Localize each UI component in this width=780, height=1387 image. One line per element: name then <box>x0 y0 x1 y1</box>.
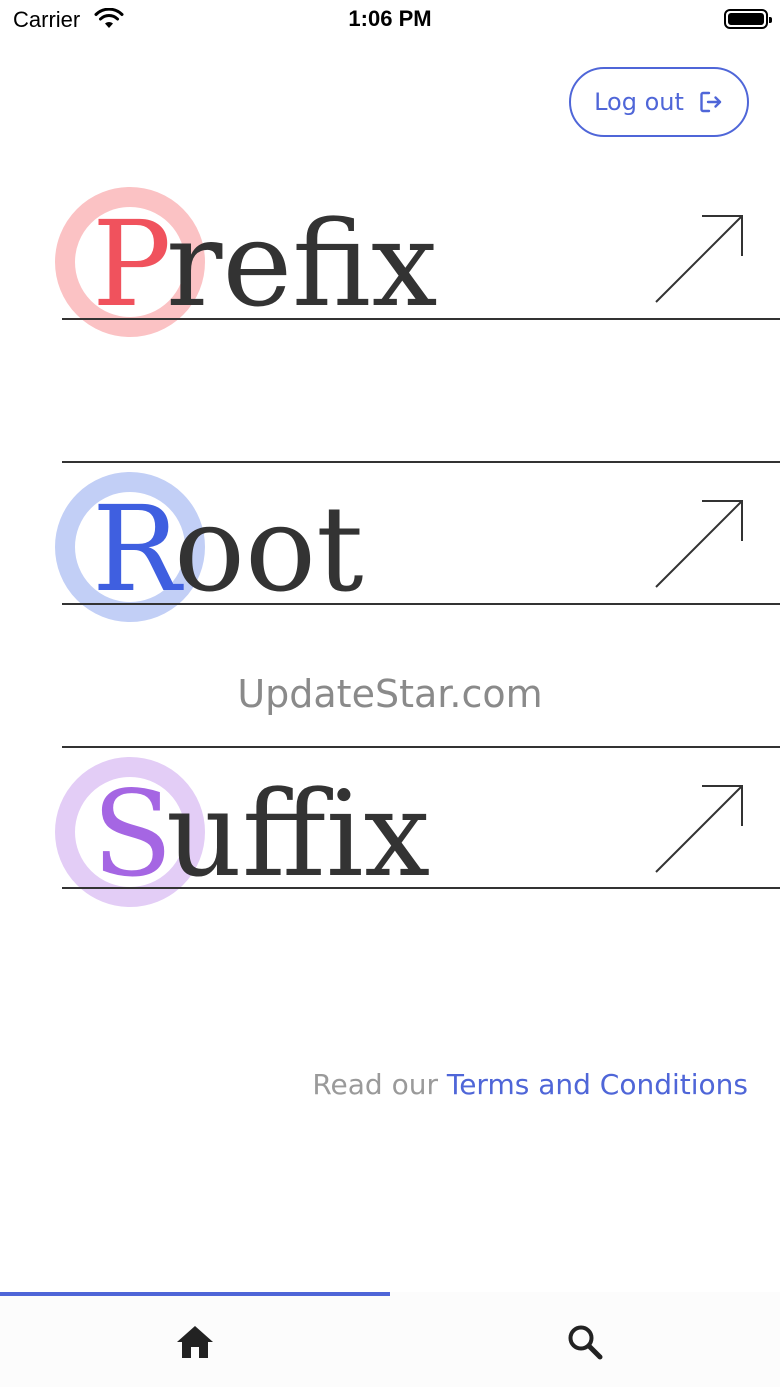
prefix-divider <box>62 318 780 320</box>
tab-search[interactable] <box>390 1296 780 1387</box>
prefix-arrow-icon <box>655 215 743 303</box>
status-time: 1:06 PM <box>348 6 432 31</box>
battery-icon <box>724 9 772 29</box>
terms-notice: Read our Terms and Conditions <box>312 1068 748 1101</box>
root-divider <box>62 603 780 605</box>
logout-button[interactable]: Log out <box>569 67 749 137</box>
terms-link[interactable]: Terms and Conditions <box>447 1068 748 1101</box>
root-word: oot <box>174 480 364 618</box>
watermark-text: UpdateStar.com <box>237 672 543 716</box>
tab-home[interactable] <box>0 1296 390 1387</box>
suffix-initial: S <box>92 765 173 903</box>
suffix-word: uffix <box>166 765 431 903</box>
logout-icon <box>700 91 722 113</box>
prefix-initial: P <box>92 195 172 333</box>
root-arrow-icon <box>655 500 743 588</box>
root-initial: R <box>92 480 181 618</box>
suffix-arrow-icon <box>655 785 743 873</box>
logout-label: Log out <box>594 88 684 116</box>
prefix-word: refix <box>166 195 438 333</box>
tab-bar <box>0 1292 780 1387</box>
home-icon <box>177 1325 213 1358</box>
terms-prefix: Read our <box>312 1068 447 1101</box>
suffix-top-divider <box>62 746 780 748</box>
root-top-divider <box>62 461 780 463</box>
suffix-divider <box>62 887 780 889</box>
status-bar: Carrier 1:06 PM <box>0 0 780 42</box>
search-icon <box>568 1325 603 1359</box>
